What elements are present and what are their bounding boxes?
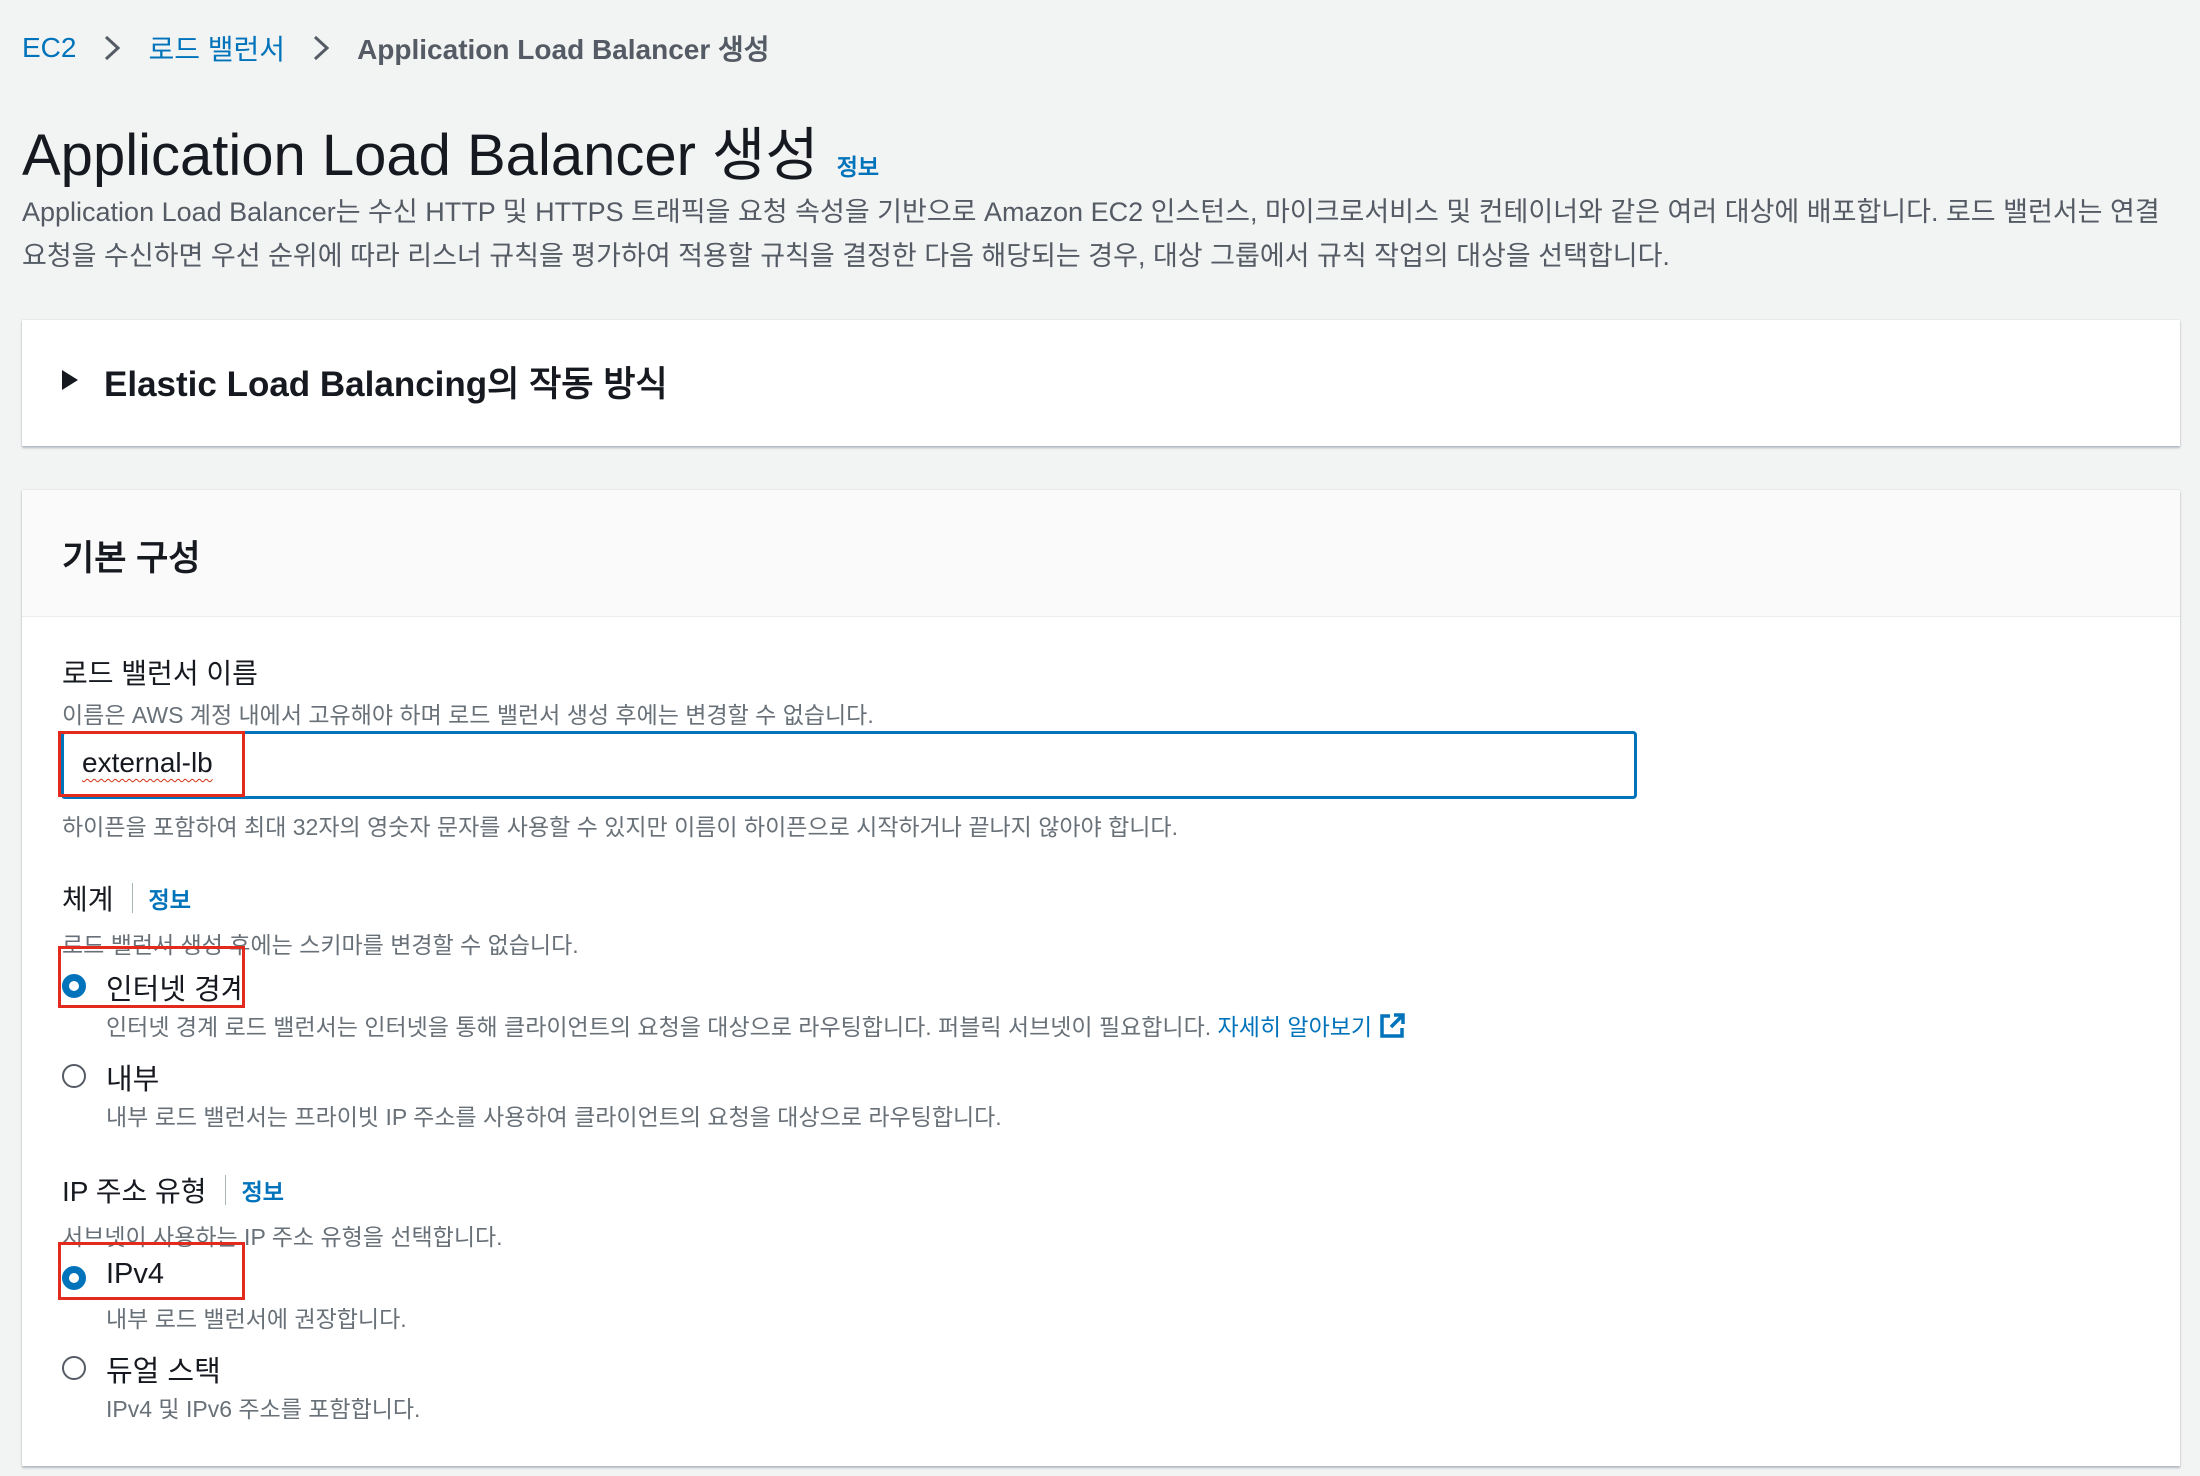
page-description: Application Load Balancer는 수신 HTTP 및 HTT…	[22, 197, 2160, 271]
ip-type-info-link[interactable]: 정보	[242, 1173, 284, 1207]
how-it-works-title: Elastic Load Balancing의 작동 방식	[104, 365, 668, 404]
scheme-label-row: 체계 정보	[62, 878, 191, 918]
learn-more-link[interactable]: 자세히 알아보기	[1218, 1014, 1373, 1040]
ip-type-dualstack-radio[interactable]	[62, 1356, 86, 1380]
basic-config-panel: 기본 구성 로드 밸런서 이름 이름은 AWS 계정 내에서 고유해야 하며 로…	[22, 490, 2180, 1466]
highlight-box-scheme	[58, 946, 245, 1008]
scheme-info-link[interactable]: 정보	[149, 881, 191, 915]
how-it-works-panel[interactable]: Elastic Load Balancing의 작동 방식	[22, 320, 2180, 446]
breadcrumb-ec2[interactable]: EC2	[22, 32, 76, 64]
ip-type-label: IP 주소 유형	[62, 1176, 207, 1207]
scheme-internet-facing-desc-text: 인터넷 경계 로드 밸런서는 인터넷을 통해 클라이언트의 요청을 대상으로 라…	[106, 1014, 1212, 1040]
ip-type-dualstack-desc: IPv4 및 IPv6 주소를 포함합니다.	[106, 1396, 421, 1422]
caret-right-icon	[62, 370, 78, 390]
page-header: Application Load Balancer 생성 정보	[22, 108, 879, 192]
lb-name-label: 로드 밸런서 이름	[62, 658, 258, 689]
ip-type-label-row: IP 주소 유형 정보	[62, 1170, 284, 1210]
scheme-label: 체계	[62, 884, 114, 915]
ip-type-dualstack-label[interactable]: 듀얼 스택	[106, 1348, 221, 1390]
chevron-right-icon	[105, 35, 121, 61]
page-info-link[interactable]: 정보	[837, 148, 879, 182]
label-divider	[224, 1175, 226, 1205]
scheme-internal-desc: 내부 로드 밸런서는 프라이빗 IP 주소를 사용하여 클라이언트의 요청을 대…	[106, 1104, 1002, 1130]
breadcrumb-load-balancers[interactable]: 로드 밸런서	[148, 28, 285, 68]
breadcrumb: EC2 로드 밸런서 Application Load Balancer 생성	[22, 28, 770, 68]
ip-type-ipv4-desc: 내부 로드 밸런서에 권장합니다.	[106, 1306, 407, 1332]
highlight-box-name	[58, 731, 245, 797]
lb-name-constraint: 하이픈을 포함하여 최대 32자의 영숫자 문자를 사용할 수 있지만 이름이 …	[62, 814, 1178, 840]
chevron-right-icon	[314, 35, 330, 61]
scheme-internal-label[interactable]: 내부	[106, 1056, 159, 1098]
external-link-icon[interactable]	[1378, 1012, 1406, 1040]
lb-name-input[interactable]: external-lb	[62, 732, 1636, 798]
scheme-internet-facing-desc: 인터넷 경계 로드 밸런서는 인터넷을 통해 클라이언트의 요청을 대상으로 라…	[106, 1008, 1406, 1042]
breadcrumb-current: Application Load Balancer 생성	[357, 34, 770, 65]
basic-config-header: 기본 구성	[22, 490, 2180, 617]
lb-name-hint: 이름은 AWS 계정 내에서 고유해야 하며 로드 밸런서 생성 후에는 변경할…	[62, 702, 874, 728]
scheme-internal-radio[interactable]	[62, 1064, 86, 1088]
basic-config-title: 기본 구성	[62, 539, 201, 578]
page-title: Application Load Balancer 생성	[22, 123, 819, 188]
label-divider	[131, 883, 133, 913]
highlight-box-ipv4	[58, 1242, 245, 1300]
